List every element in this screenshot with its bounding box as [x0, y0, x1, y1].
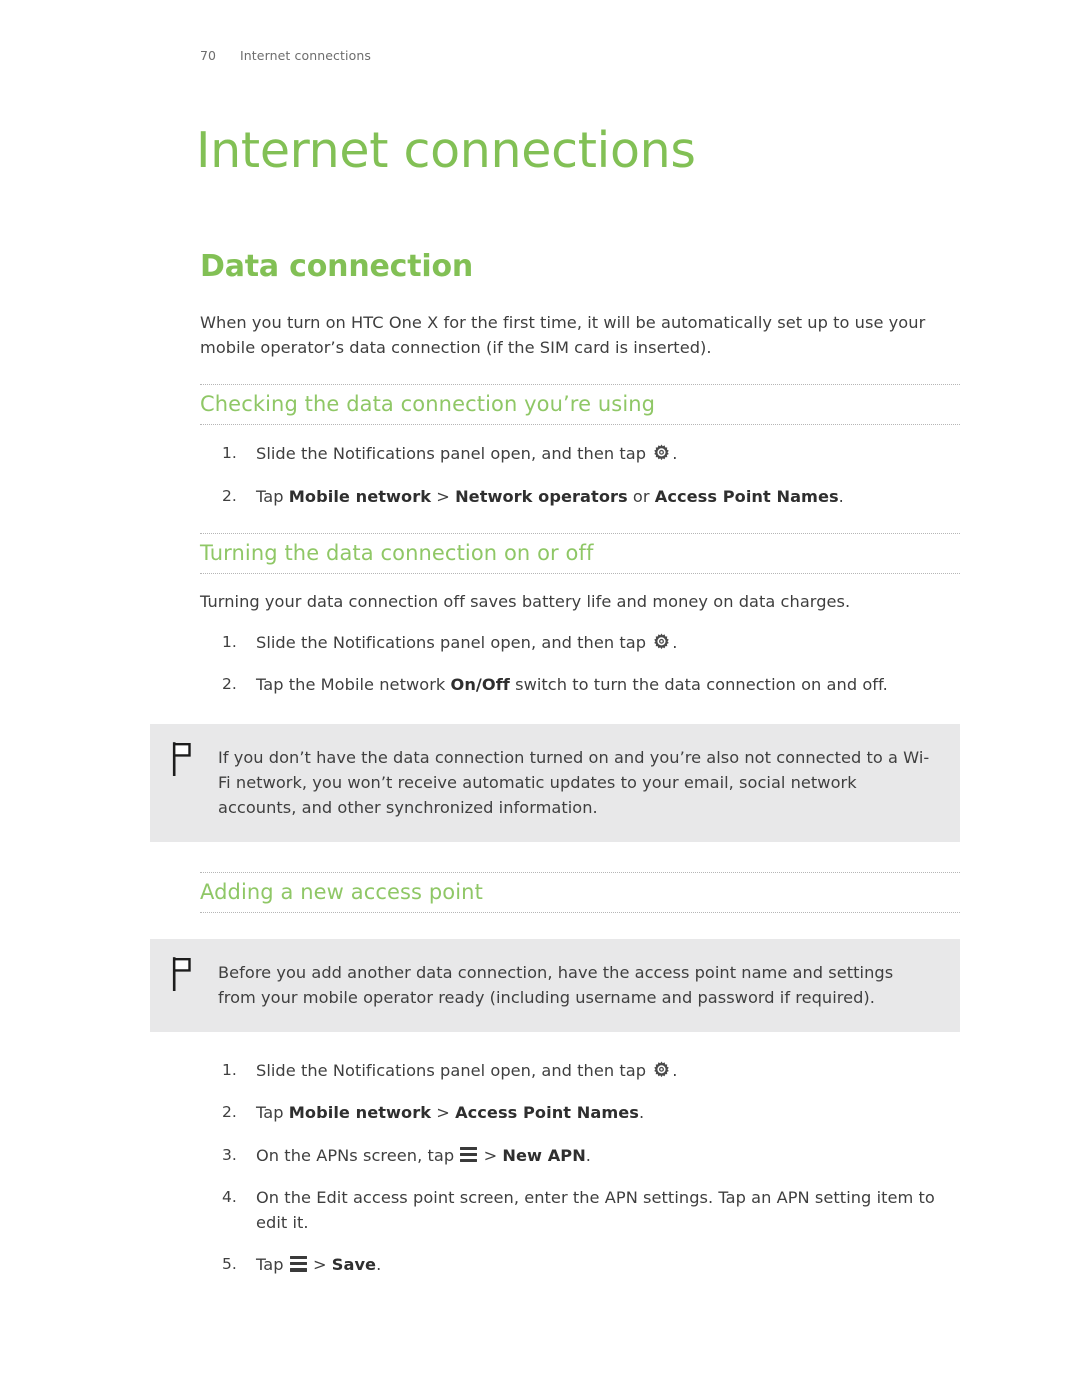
step-text-tail: .: [672, 444, 678, 464]
menu-icon[interactable]: [289, 1255, 307, 1273]
note-text: If you don’t have the data connection tu…: [218, 747, 930, 817]
step-text: Slide the Notifications panel open, and …: [256, 444, 652, 464]
list-item: 2. Tap Mobile network > Access Point Name…: [200, 1100, 960, 1125]
list-item: 5. Tap > Save.: [200, 1252, 960, 1277]
flag-icon: [170, 957, 196, 992]
list-item: 3. On the APNs screen, tap > New APN.: [200, 1143, 960, 1168]
list-item: 1. Slide the Notifications panel open, an…: [200, 630, 960, 655]
steps-adding-access-point: 1. Slide the Notifications panel open, an…: [200, 1058, 960, 1277]
step-text: Tap: [256, 486, 289, 506]
step-number: 4.: [222, 1187, 237, 1206]
ui-path-segment: Access Point Names: [455, 1103, 639, 1123]
page-number: 70: [200, 48, 217, 63]
ui-path-segment: Mobile network: [288, 1103, 432, 1123]
running-header-title: Internet connections: [240, 48, 371, 63]
note-text: Before you add another data connection, …: [218, 963, 894, 1008]
step-text-tail: switch to turn the data connection on an…: [509, 675, 888, 695]
section-heading-data-connection: Data connection: [200, 249, 474, 284]
subsection-heading: Adding a new access point: [200, 879, 483, 904]
flag-icon: [170, 741, 196, 776]
menu-icon[interactable]: [460, 1146, 478, 1164]
chapter-title: Internet connections: [196, 121, 696, 179]
gear-icon[interactable]: [652, 1061, 671, 1080]
step-text-tail: .: [638, 1103, 645, 1123]
step-number: 2.: [222, 486, 237, 505]
step-text: Tap the Mobile network: [256, 675, 451, 695]
step-separator: >: [478, 1145, 503, 1165]
step-conjunction: or: [627, 486, 655, 506]
steps-checking-data-connection: 1. Slide the Notifications panel open, an…: [200, 441, 960, 508]
step-text: Slide the Notifications panel open, and …: [256, 1061, 652, 1081]
ui-path-segment: On/Off: [450, 675, 510, 695]
gear-icon[interactable]: [652, 444, 671, 463]
step-text: Tap: [256, 1254, 289, 1274]
subsection-intro-paragraph: Turning your data connection off saves b…: [200, 591, 851, 611]
manual-page: 70 Internet connections Internet connect…: [0, 0, 1080, 1397]
list-item: 1. Slide the Notifications panel open, an…: [200, 1058, 960, 1083]
step-number: 5.: [222, 1254, 237, 1273]
step-number: 1.: [222, 633, 237, 652]
step-number: 2.: [222, 1103, 237, 1122]
step-text-tail: .: [838, 486, 844, 506]
note-callout: Before you add another data connection, …: [150, 939, 960, 1033]
ui-path-segment: Mobile network: [288, 486, 432, 506]
step-text-tail: .: [672, 633, 678, 653]
list-item: 2. Tap Mobile network > Network operators…: [200, 484, 960, 509]
subsection-heading: Turning the data connection on or off: [200, 540, 594, 565]
list-item: 2. Tap the Mobile network On/Off switch t…: [200, 672, 960, 697]
note-callout: If you don’t have the data connection tu…: [150, 723, 960, 842]
ui-path-segment: Network operators: [455, 486, 628, 506]
subsection-adding-access-point: Adding a new access point: [200, 871, 960, 914]
subsection-turning-data-connection: Turning the data connection on or off: [200, 532, 960, 574]
list-item: 4. On the Edit access point screen, enter…: [200, 1185, 960, 1235]
list-item: 1. Slide the Notifications panel open, an…: [200, 441, 960, 466]
ui-path-segment: Access Point Names: [654, 486, 839, 506]
gear-icon[interactable]: [652, 633, 671, 652]
step-text-tail: .: [376, 1254, 382, 1274]
step-text: Slide the Notifications panel open, and …: [256, 633, 652, 653]
step-text-tail: .: [585, 1145, 591, 1165]
step-number: 2.: [222, 675, 237, 694]
step-text-tail: .: [672, 1061, 678, 1081]
step-number: 1.: [222, 444, 237, 463]
step-text: On the APNs screen, tap: [256, 1145, 460, 1165]
step-text: On the Edit access point screen, enter t…: [256, 1187, 935, 1232]
step-number: 3.: [222, 1145, 237, 1164]
step-text: Tap: [256, 1103, 289, 1123]
steps-turning-data-connection: 1. Slide the Notifications panel open, an…: [200, 630, 960, 697]
subsection-heading: Checking the data connection you’re usin…: [200, 392, 656, 417]
ui-path-segment: Save: [331, 1254, 377, 1274]
step-separator: >: [307, 1254, 332, 1274]
step-number: 1.: [222, 1061, 237, 1080]
running-header: 70 Internet connections: [200, 48, 371, 63]
page-content: Data connection When you turn on HTC One…: [150, 249, 960, 1277]
subsection-checking-data-connection: Checking the data connection you’re usin…: [200, 384, 960, 426]
section-intro-paragraph: When you turn on HTC One X for the first…: [200, 313, 926, 357]
ui-path-segment: New APN: [502, 1145, 586, 1165]
step-separator: >: [431, 1103, 456, 1123]
step-separator: >: [431, 486, 456, 506]
